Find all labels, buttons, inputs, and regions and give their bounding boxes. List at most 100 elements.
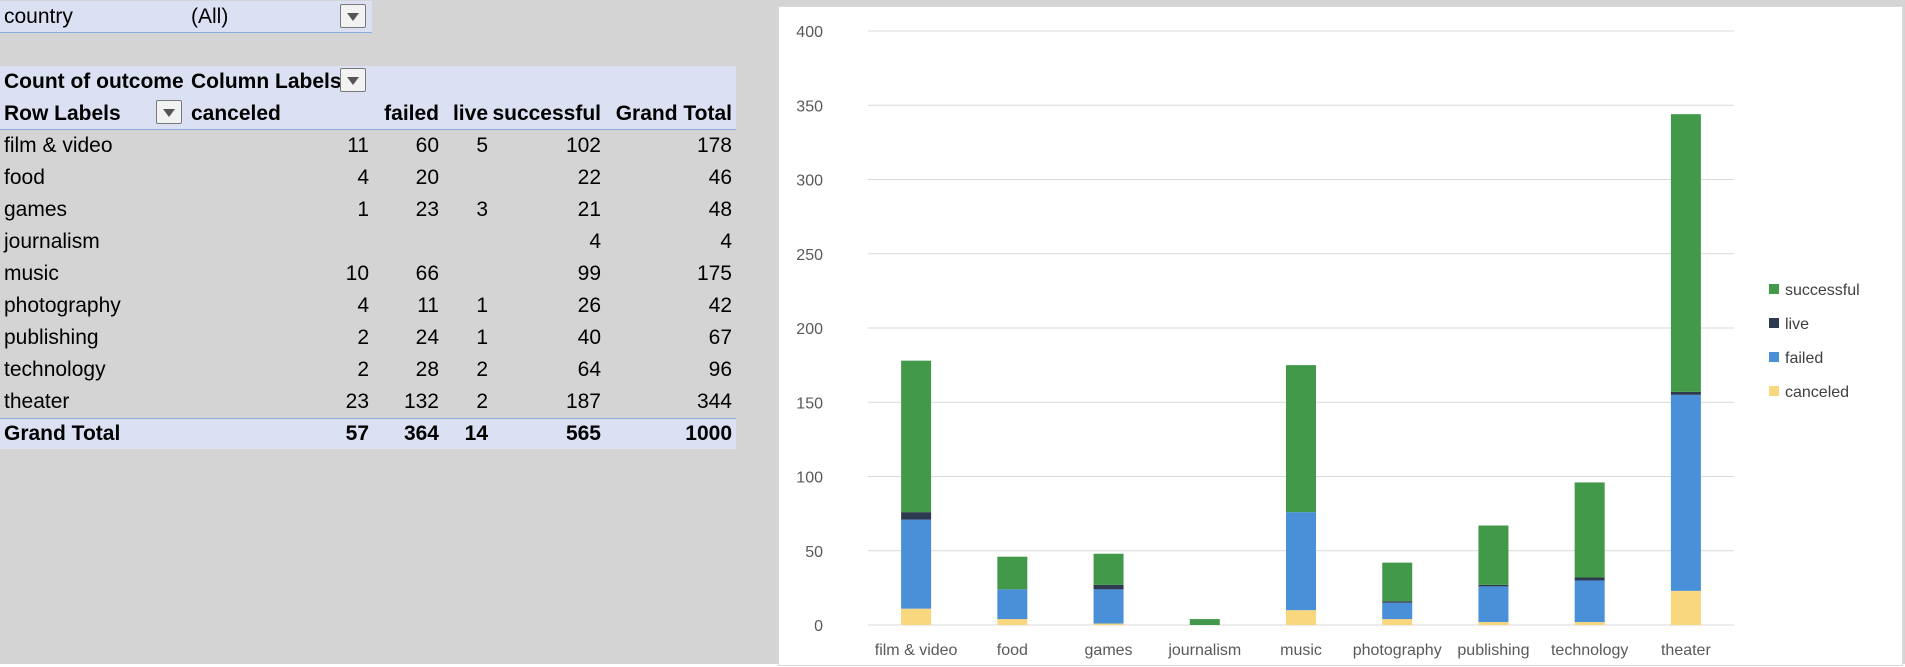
row-labels-dropdown-button[interactable]: [156, 100, 182, 124]
bar-segment-live: [1670, 391, 1701, 395]
x-tick-label: photography: [1353, 642, 1442, 659]
bar-segment-failed: [901, 519, 932, 609]
row-label: games: [4, 198, 68, 221]
bar-segment-canceled: [1574, 622, 1605, 625]
cell-total: 175: [696, 262, 732, 285]
cell-failed: 24: [415, 326, 439, 349]
x-tick-label: publishing: [1457, 642, 1529, 659]
cell-canceled: 10: [345, 262, 369, 285]
x-tick-label: games: [1085, 642, 1133, 659]
chart-canvas: 0 50 100 150 200 250 300 350 400 film & video food…: [796, 24, 1860, 659]
cell-total: 4: [720, 230, 732, 253]
cell-failed: [373, 226, 443, 258]
row-label: film & video: [4, 134, 113, 157]
pivot-row-labels: Row Labels: [4, 102, 121, 125]
filter-value[interactable]: (All): [187, 1, 337, 33]
grand-total-canceled: 57: [345, 422, 369, 445]
bar-segment-live: [1478, 584, 1509, 587]
bar-segment-live: [1382, 601, 1413, 603]
legend-swatch: [1769, 318, 1779, 328]
cell-total: 42: [708, 294, 732, 317]
cell-successful: 4: [589, 230, 601, 253]
bar-segment-successful: [1478, 525, 1509, 585]
bar-segment-successful: [1286, 365, 1316, 513]
x-tick-label: film & video: [875, 642, 958, 659]
cell-canceled: 4: [357, 166, 369, 189]
cell-canceled: 4: [357, 294, 369, 317]
grand-total-live: 14: [464, 422, 488, 445]
cell-failed: 28: [415, 358, 439, 381]
y-tick-label: 200: [796, 321, 823, 338]
bar-segment-failed: [1670, 394, 1701, 591]
cell-live: 1: [476, 326, 488, 349]
bar-segment-successful: [1670, 114, 1701, 392]
cell-failed: 11: [417, 294, 439, 317]
bar-segment-canceled: [1670, 590, 1701, 625]
column-labels-dropdown-button[interactable]: [340, 68, 366, 92]
cell-live: 1: [476, 294, 488, 317]
cell-total: 344: [696, 390, 732, 413]
legend-swatch: [1769, 386, 1779, 396]
header-live: live: [452, 102, 488, 125]
grand-total-successful: 565: [565, 422, 601, 445]
bar-segment-failed: [1093, 589, 1124, 624]
cell-live: 2: [476, 358, 488, 381]
bar-segment-live: [901, 512, 932, 520]
bar-segment-successful: [1382, 562, 1413, 602]
legend-label: canceled: [1785, 384, 1849, 401]
grand-total-label: Grand Total: [4, 422, 121, 445]
x-tick-label: technology: [1551, 642, 1628, 659]
bar-segment-successful: [1574, 482, 1605, 578]
grid-column-line: [736, 0, 737, 664]
y-tick-label: 400: [796, 24, 823, 41]
cell-live: [443, 258, 492, 290]
header-grand-total: Grand Total: [615, 102, 732, 125]
cell-failed: 23: [415, 198, 439, 221]
cell-canceled: 23: [345, 390, 369, 413]
cell-live: 5: [476, 134, 488, 157]
cell-total: 48: [708, 198, 732, 221]
cell-canceled: 1: [357, 198, 369, 221]
bar-segment-live: [1574, 577, 1605, 581]
cell-canceled: 2: [357, 358, 369, 381]
row-label: journalism: [4, 230, 100, 253]
bar-segment-failed: [997, 589, 1028, 620]
row-label: technology: [4, 358, 106, 381]
filter-dropdown-button[interactable]: [340, 4, 366, 28]
cell-live: [443, 162, 492, 194]
cell-successful: 26: [577, 294, 601, 317]
legend-swatch: [1769, 352, 1779, 362]
grand-total-failed: 364: [403, 422, 439, 445]
cell-total: 178: [696, 134, 732, 157]
x-tick-label: music: [1280, 642, 1322, 659]
y-tick-label: 350: [796, 98, 823, 115]
cell-successful: 40: [577, 326, 601, 349]
bar-segment-failed: [1574, 580, 1605, 623]
cell-successful: 22: [577, 166, 601, 189]
x-tick-label: food: [997, 642, 1028, 659]
y-tick-label: 250: [796, 247, 823, 264]
bar-segment-successful: [1189, 619, 1220, 625]
bar-segment-failed: [1382, 602, 1413, 620]
row-label: photography: [4, 294, 121, 317]
bar-segment-successful: [1093, 553, 1124, 585]
cell-canceled: 11: [347, 134, 369, 157]
cell-failed: 132: [403, 390, 439, 413]
cell-successful: 102: [565, 134, 601, 157]
stacked-bar-chart[interactable]: 0 50 100 150 200 250 300 350 400 film & video food…: [778, 6, 1903, 666]
row-label: theater: [4, 390, 70, 413]
x-tick-label: theater: [1661, 642, 1711, 659]
legend-swatch: [1769, 284, 1779, 294]
bar-segment-failed: [1478, 586, 1509, 623]
y-tick-label: 300: [796, 173, 823, 190]
cell-successful: 21: [577, 198, 601, 221]
cell-total: 67: [708, 326, 732, 349]
header-successful: successful: [492, 102, 601, 125]
filter-field-label: country: [4, 5, 73, 28]
legend-label: failed: [1785, 350, 1823, 367]
cell-canceled: [187, 226, 373, 258]
header-canceled: canceled: [191, 102, 281, 125]
legend-label: successful: [1785, 282, 1860, 299]
y-tick-label: 50: [805, 544, 823, 561]
bar-segment-canceled: [1286, 610, 1316, 625]
